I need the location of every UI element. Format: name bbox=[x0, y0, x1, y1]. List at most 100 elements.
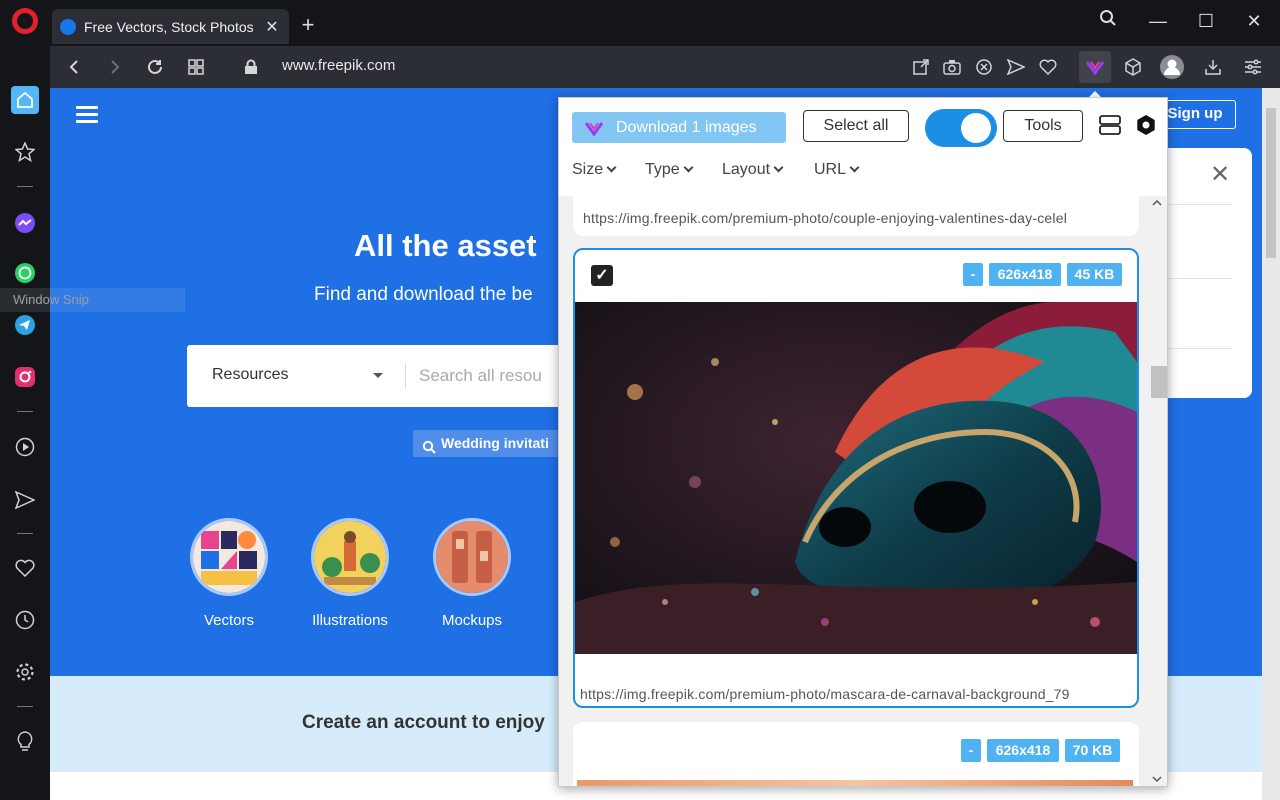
forward-icon[interactable] bbox=[102, 54, 128, 80]
tab-close-icon[interactable]: ✕ bbox=[263, 17, 281, 37]
send-icon[interactable] bbox=[1003, 54, 1029, 80]
category-vectors[interactable]: Vectors bbox=[169, 518, 289, 629]
instagram-icon[interactable] bbox=[11, 363, 39, 391]
popup-scrollbar[interactable] bbox=[1149, 198, 1167, 786]
settings-gear-icon[interactable] bbox=[11, 658, 39, 686]
download-images-label: Download 1 images bbox=[616, 118, 757, 136]
modal-divider bbox=[1160, 278, 1232, 279]
opera-logo-icon[interactable] bbox=[12, 8, 38, 34]
category-label: Illustrations bbox=[312, 612, 388, 629]
image-url[interactable]: https://img.freepik.com/premium-photo/ma… bbox=[580, 686, 1134, 702]
chevron-down-icon bbox=[606, 162, 617, 173]
image-dimensions-badge: 626x418 bbox=[987, 739, 1059, 762]
url-field[interactable]: www.freepik.com bbox=[282, 57, 395, 74]
sidebar-divider bbox=[17, 706, 33, 707]
settings-gear-icon[interactable] bbox=[1135, 114, 1157, 141]
url-filter-label: URL bbox=[814, 161, 847, 178]
hero-subtitle: Find and download the be bbox=[314, 284, 533, 305]
image-list: https://img.freepik.com/premium-photo/co… bbox=[559, 196, 1167, 786]
page-scrollbar-thumb[interactable] bbox=[1266, 108, 1276, 258]
type-filter[interactable]: Type bbox=[645, 161, 694, 179]
layout-rows-icon[interactable] bbox=[1099, 114, 1121, 136]
chevron-down-icon bbox=[849, 162, 860, 173]
layout-filter[interactable]: Layout bbox=[722, 161, 784, 179]
heart-icon[interactable] bbox=[1035, 54, 1061, 80]
whatsapp-icon[interactable] bbox=[11, 259, 39, 287]
menu-hamburger-icon[interactable] bbox=[76, 106, 98, 127]
image-card-previous[interactable]: https://img.freepik.com/premium-photo/co… bbox=[573, 196, 1139, 236]
category-illustrations[interactable]: Illustrations bbox=[290, 518, 410, 629]
easy-setup-icon[interactable] bbox=[1240, 54, 1266, 80]
browser-tab[interactable]: Free Vectors, Stock Photos ✕ bbox=[52, 9, 289, 44]
download-images-button[interactable]: Download 1 images bbox=[572, 112, 786, 143]
resource-type-select[interactable]: Resources bbox=[212, 366, 288, 384]
toggle-knob bbox=[961, 113, 991, 143]
my-flow-send-icon[interactable] bbox=[11, 486, 39, 514]
profile-avatar-icon[interactable] bbox=[1159, 54, 1185, 80]
scroll-down-icon[interactable] bbox=[1149, 774, 1165, 784]
search-tabs-icon[interactable] bbox=[1094, 8, 1122, 34]
extension-logo-icon bbox=[584, 121, 604, 136]
speed-dial-star-icon[interactable] bbox=[11, 138, 39, 166]
modal-divider bbox=[1160, 204, 1232, 205]
page-scrollbar[interactable] bbox=[1262, 88, 1280, 800]
search-bar: Resources Search all resou bbox=[187, 345, 607, 407]
enable-toggle[interactable] bbox=[925, 109, 997, 147]
image-downloader-extension-icon[interactable] bbox=[1079, 51, 1111, 83]
category-label: Vectors bbox=[203, 612, 255, 629]
share-icon[interactable] bbox=[908, 54, 934, 80]
search-icon bbox=[422, 436, 436, 463]
tiles-icon[interactable] bbox=[183, 54, 209, 80]
maximize-icon[interactable]: ☐ bbox=[1192, 8, 1220, 34]
player-icon[interactable] bbox=[11, 433, 39, 461]
modal-close-icon[interactable]: ✕ bbox=[1210, 160, 1230, 189]
cube-icon[interactable] bbox=[1120, 54, 1146, 80]
size-filter-label: Size bbox=[572, 161, 604, 178]
image-url[interactable]: https://img.freepik.com/premium-photo/co… bbox=[583, 210, 1129, 226]
address-toolbar: www.freepik.com bbox=[50, 46, 1280, 88]
image-downloader-popup: Download 1 images Select all Tools Size … bbox=[558, 97, 1168, 787]
messenger-icon[interactable] bbox=[11, 209, 39, 237]
carnival-mask-image[interactable] bbox=[575, 302, 1137, 654]
home-icon[interactable] bbox=[11, 86, 39, 114]
sidebar-divider bbox=[17, 411, 33, 412]
illustrations-thumbnail bbox=[311, 518, 389, 596]
dropdown-caret-icon[interactable] bbox=[373, 373, 383, 378]
freepik-favicon-icon bbox=[60, 18, 76, 35]
select-checkbox[interactable]: ✓ bbox=[591, 265, 613, 286]
history-clock-icon[interactable] bbox=[11, 606, 39, 634]
telegram-icon[interactable] bbox=[11, 311, 39, 339]
adblock-icon[interactable] bbox=[971, 54, 997, 80]
sidebar-divider bbox=[17, 533, 33, 534]
signup-modal: ✕ bbox=[1160, 148, 1252, 398]
category-label: Mockups bbox=[441, 612, 503, 629]
url-filter[interactable]: URL bbox=[814, 161, 860, 179]
tips-lightbulb-icon[interactable] bbox=[11, 728, 39, 756]
lock-icon[interactable] bbox=[238, 54, 264, 80]
bookmarks-heart-icon[interactable] bbox=[11, 554, 39, 582]
image-type-badge: - bbox=[963, 263, 983, 286]
popup-scrollbar-thumb[interactable] bbox=[1151, 366, 1167, 398]
minimize-icon[interactable]: — bbox=[1144, 8, 1172, 34]
mockups-thumbnail bbox=[433, 518, 511, 596]
title-bar: Free Vectors, Stock Photos ✕ + — ☐ ✕ bbox=[0, 0, 1280, 46]
close-window-icon[interactable]: ✕ bbox=[1240, 8, 1268, 34]
search-input[interactable]: Search all resou bbox=[419, 366, 542, 386]
vectors-thumbnail bbox=[190, 518, 268, 596]
size-filter[interactable]: Size bbox=[572, 161, 617, 179]
tools-button[interactable]: Tools bbox=[1003, 110, 1083, 142]
image-thumbnail[interactable] bbox=[577, 780, 1133, 786]
suggestion-chip[interactable]: Wedding invitati bbox=[413, 430, 559, 457]
hero-title: All the asset bbox=[354, 228, 537, 263]
download-icon[interactable] bbox=[1200, 54, 1226, 80]
scroll-up-icon[interactable] bbox=[1149, 198, 1165, 208]
image-card-selected[interactable]: ✓ - 626x418 45 KB https://img.freepik.co… bbox=[573, 248, 1139, 708]
reload-icon[interactable] bbox=[142, 54, 168, 80]
select-all-button[interactable]: Select all bbox=[803, 110, 909, 142]
image-card[interactable]: - 626x418 70 KB bbox=[573, 722, 1139, 786]
back-icon[interactable] bbox=[61, 54, 87, 80]
category-mockups[interactable]: Mockups bbox=[412, 518, 532, 629]
tab-title: Free Vectors, Stock Photos bbox=[84, 18, 254, 35]
new-tab-icon[interactable]: + bbox=[297, 12, 319, 38]
camera-icon[interactable] bbox=[939, 54, 965, 80]
